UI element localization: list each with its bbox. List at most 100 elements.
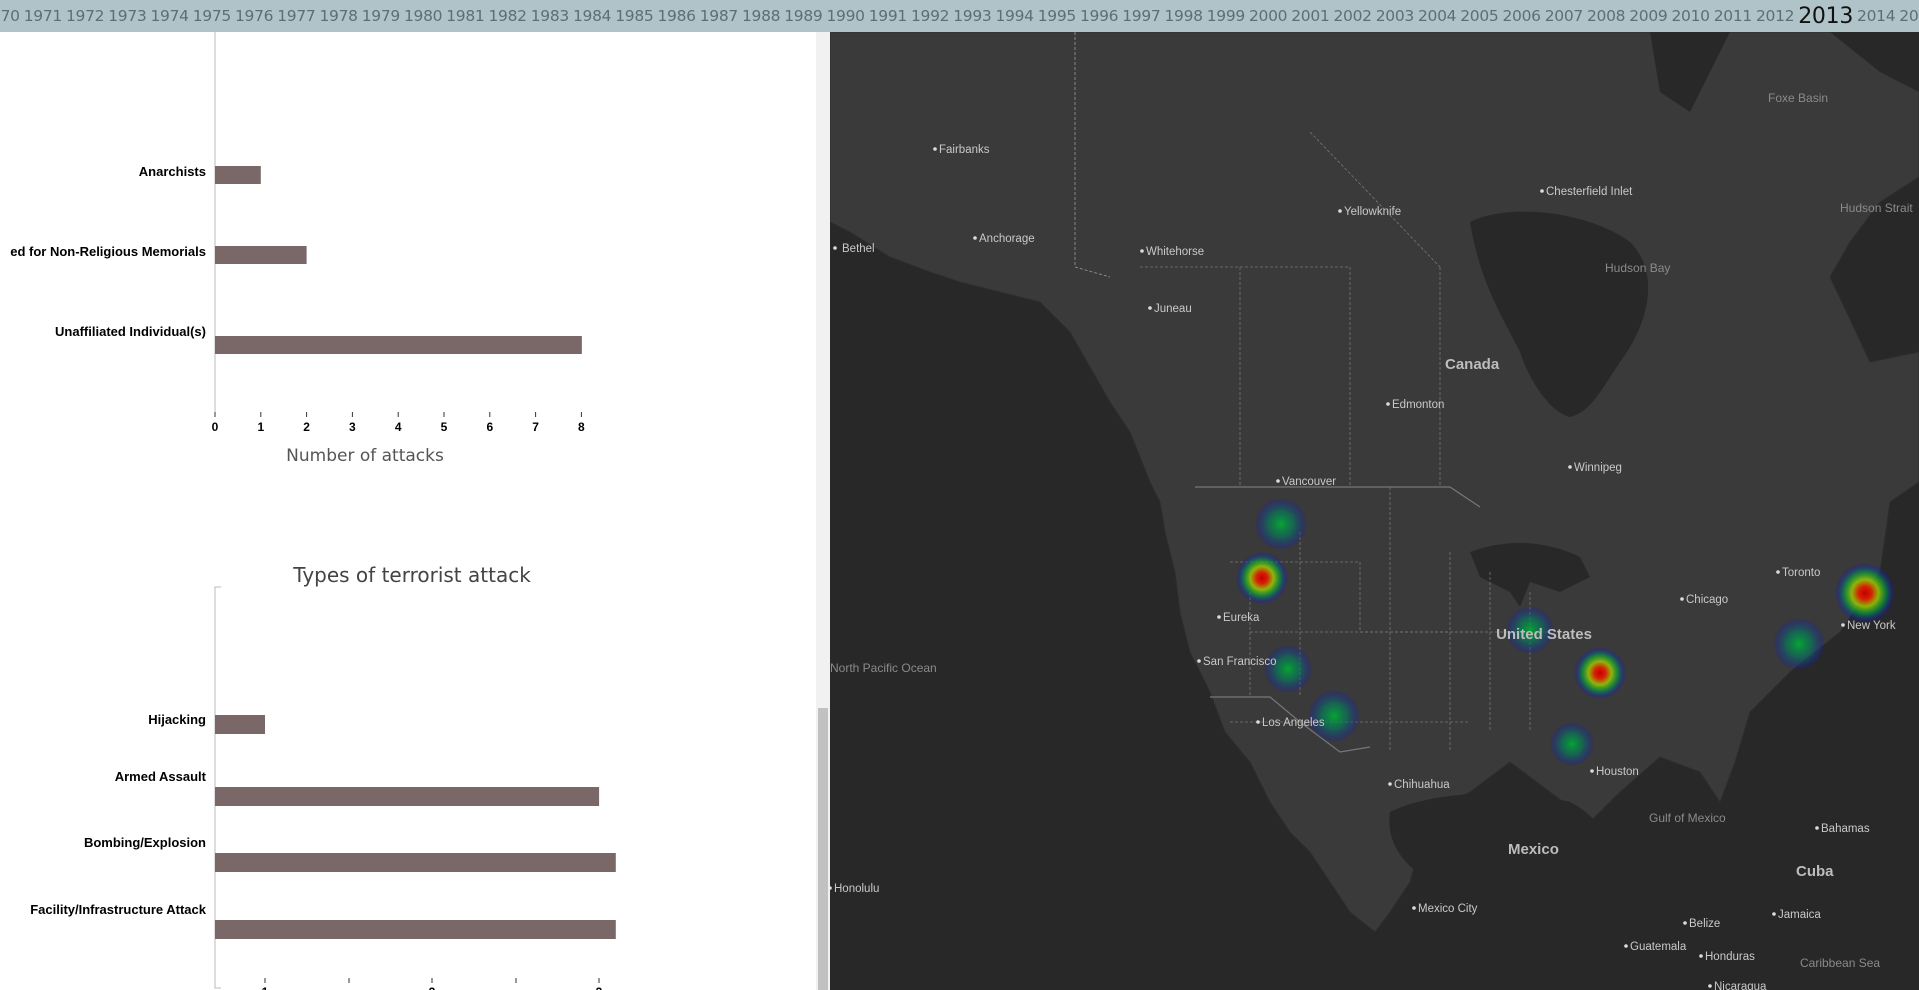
year-1970[interactable]: 1970 [0, 7, 20, 25]
year-2003[interactable]: 2003 [1376, 7, 1415, 25]
year-1991[interactable]: 1991 [869, 7, 908, 25]
city-dot [1338, 209, 1342, 213]
city-label: Chesterfield Inlet [1546, 186, 1633, 198]
water-label: Foxe Basin [1768, 91, 1828, 105]
scrollbar-thumb[interactable] [818, 708, 828, 990]
year-1975[interactable]: 1975 [193, 7, 232, 25]
year-1979[interactable]: 1979 [362, 7, 401, 25]
year-1983[interactable]: 1983 [531, 7, 570, 25]
year-1973[interactable]: 1973 [108, 7, 147, 25]
year-1984[interactable]: 1984 [573, 7, 612, 25]
x-tick-label: 7 [532, 420, 539, 434]
city-label: Whitehorse [1146, 246, 1204, 258]
year-2009[interactable]: 2009 [1629, 7, 1668, 25]
heatmap-map[interactable]: Fairbanks Anchorage Bethel Whitehorse Juneau… [830, 32, 1919, 990]
x-tick-label: 2 [303, 420, 310, 434]
year-2012[interactable]: 2012 [1756, 7, 1795, 25]
city-label: Edmonton [1392, 399, 1444, 411]
year-1972[interactable]: 1972 [66, 7, 105, 25]
charts-scrollbar[interactable] [816, 32, 830, 990]
category-label: Unaffiliated Individual(s) [55, 324, 206, 339]
year-1998[interactable]: 1998 [1164, 7, 1203, 25]
city-dot [1140, 249, 1144, 253]
year-1971[interactable]: 1971 [24, 7, 63, 25]
city-label: Winnipeg [1574, 462, 1622, 474]
year-1974[interactable]: 1974 [150, 7, 189, 25]
year-2005[interactable]: 2005 [1460, 7, 1499, 25]
year-2011[interactable]: 2011 [1714, 7, 1753, 25]
city-label: Yellowknife [1344, 206, 1401, 218]
year-2013[interactable]: 2013 [1798, 4, 1853, 29]
year-1997[interactable]: 1997 [1122, 7, 1161, 25]
city-dot [1386, 402, 1390, 406]
year-1990[interactable]: 1990 [826, 7, 865, 25]
year-1981[interactable]: 1981 [446, 7, 485, 25]
city-label: Guatemala [1630, 941, 1687, 953]
x-tick-label: 2 [429, 985, 436, 990]
city-label: Honduras [1705, 951, 1755, 963]
year-1993[interactable]: 1993 [953, 7, 992, 25]
city-dot [1680, 597, 1684, 601]
year-1988[interactable]: 1988 [742, 7, 781, 25]
city-label: Chicago [1686, 594, 1728, 606]
year-1982[interactable]: 1982 [488, 7, 527, 25]
year-2001[interactable]: 2001 [1291, 7, 1330, 25]
year-2006[interactable]: 2006 [1502, 7, 1541, 25]
city-dot [1772, 912, 1776, 916]
year-2010[interactable]: 2010 [1671, 7, 1710, 25]
x-tick-label: 3 [349, 420, 356, 434]
year-2002[interactable]: 2002 [1333, 7, 1372, 25]
city-label: Bahamas [1821, 823, 1870, 835]
x-tick-label: 8 [578, 420, 585, 434]
city-label: Bethel [842, 243, 875, 255]
year-1996[interactable]: 1996 [1080, 7, 1119, 25]
year-1987[interactable]: 1987 [700, 7, 739, 25]
city-label: Anchorage [979, 233, 1035, 245]
city-label: Vancouver [1282, 476, 1336, 488]
year-1986[interactable]: 1986 [657, 7, 696, 25]
x-tick-label: 3 [596, 985, 603, 990]
category-label: Anarchists [139, 164, 206, 179]
city-label: Nicaragua [1714, 981, 1767, 990]
chart-title: Types of terrorist attack [292, 563, 531, 587]
year-1989[interactable]: 1989 [784, 7, 823, 25]
year-1992[interactable]: 1992 [911, 7, 950, 25]
city-label: Toronto [1782, 567, 1820, 579]
x-tick-label: 4 [395, 420, 402, 434]
heat-point [1255, 498, 1307, 550]
heat-point [1236, 552, 1288, 604]
city-label: Eureka [1223, 612, 1260, 624]
year-2008[interactable]: 2008 [1587, 7, 1626, 25]
year-2007[interactable]: 2007 [1545, 7, 1584, 25]
year-2014[interactable]: 2014 [1857, 7, 1896, 25]
city-label: Chihuahua [1394, 779, 1450, 791]
city-dot [1590, 769, 1594, 773]
water-label: Gulf of Mexico [1649, 811, 1726, 825]
year-2000[interactable]: 2000 [1249, 7, 1288, 25]
city-label: Jamaica [1778, 909, 1821, 921]
bar [215, 853, 616, 872]
year-1980[interactable]: 1980 [404, 7, 443, 25]
water-label: Hudson Bay [1605, 261, 1670, 275]
year-2015[interactable]: 2015 [1899, 7, 1919, 25]
city-dot [1388, 782, 1392, 786]
year-1994[interactable]: 1994 [995, 7, 1034, 25]
water-label: North Pacific Ocean [830, 661, 937, 675]
year-1977[interactable]: 1977 [277, 7, 316, 25]
bar [215, 246, 307, 264]
city-dot [933, 147, 937, 151]
category-label: Armed Assault [115, 769, 207, 784]
city-dot [1841, 623, 1845, 627]
year-1985[interactable]: 1985 [615, 7, 654, 25]
x-tick-label: 5 [441, 420, 448, 434]
year-1978[interactable]: 1978 [319, 7, 358, 25]
category-label: Facility/Infrastructure Attack [30, 902, 207, 917]
attack-type-chart: Types of terrorist attack Hijacking Armed … [30, 563, 616, 990]
city-label: Houston [1596, 766, 1639, 778]
year-1976[interactable]: 1976 [235, 7, 274, 25]
year-1995[interactable]: 1995 [1038, 7, 1077, 25]
year-2004[interactable]: 2004 [1418, 7, 1457, 25]
year-1999[interactable]: 1999 [1207, 7, 1246, 25]
heat-point [1308, 690, 1360, 742]
map-canvas[interactable]: Fairbanks Anchorage Bethel Whitehorse Juneau… [830, 32, 1919, 990]
